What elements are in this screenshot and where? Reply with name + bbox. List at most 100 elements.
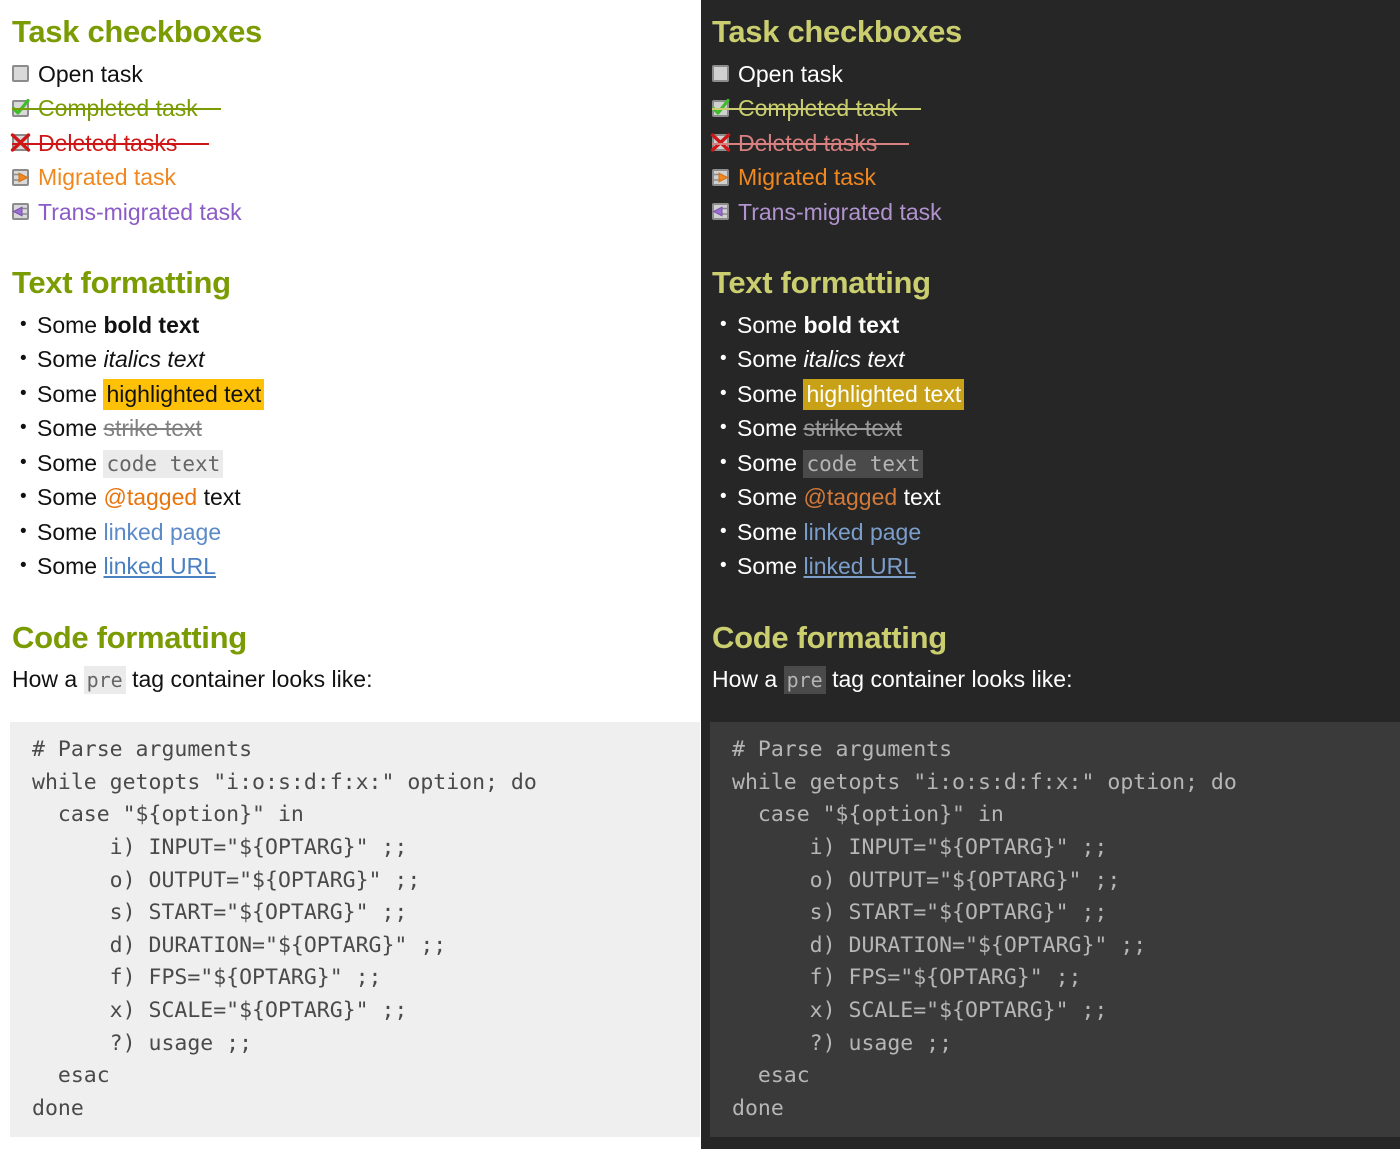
task-item-completed[interactable]: Completed task: [11, 91, 688, 126]
prefix-text: Some: [737, 518, 804, 545]
task-item-open[interactable]: Open task: [712, 57, 1388, 92]
task-label: Migrated task: [738, 164, 877, 191]
list-item-italic: Some italics text: [720, 342, 1388, 377]
page-title-text-formatting: Text formatting: [712, 265, 931, 301]
bold-text: bold text: [103, 311, 200, 338]
checkbox-empty-icon[interactable]: [712, 65, 729, 83]
prefix-text: Some: [737, 449, 804, 476]
task-item-trans-migrated[interactable]: Trans-migrated task: [12, 195, 688, 230]
list-item-tag: Some @tagged text: [720, 480, 1388, 515]
prefix-text: Some: [37, 346, 104, 373]
task-label: Deleted tasks: [38, 129, 178, 156]
prefix-text: Some: [737, 346, 804, 373]
suffix-text: text: [197, 484, 241, 511]
prefix-text: Some: [37, 380, 104, 407]
task-item-migrated[interactable]: Migrated task: [12, 160, 688, 195]
lede-after: tag container looks like:: [125, 666, 373, 693]
checkbox-empty-icon[interactable]: [12, 65, 29, 83]
task-label: Open task: [738, 60, 843, 87]
tag-link[interactable]: @tagged: [803, 484, 897, 510]
checkbox-crossed-icon[interactable]: [710, 133, 731, 153]
page-title-task-checkboxes: Task checkboxes: [712, 14, 962, 49]
url-link[interactable]: linked URL: [103, 553, 216, 579]
task-label: Trans-migrated task: [738, 198, 942, 225]
page-link[interactable]: linked page: [103, 519, 221, 545]
suffix-text: text: [897, 484, 941, 511]
list-item-linked-url: Some linked URL: [720, 549, 1388, 584]
code-lede: How a pre tag container looks like:: [12, 662, 688, 697]
italic-text: italics text: [103, 346, 205, 373]
panel-divider: [700, 0, 701, 1149]
checkbox-crossed-icon[interactable]: [10, 133, 31, 153]
list-item-strike: Some strike text: [20, 411, 688, 446]
prefix-text: Some: [37, 518, 104, 545]
prefix-text: Some: [737, 553, 804, 580]
page-title-task-checkboxes: Task checkboxes: [12, 14, 262, 49]
checkbox-arrow-right-icon[interactable]: [12, 168, 29, 186]
prefix-text: Some: [37, 311, 104, 338]
task-label: Migrated task: [38, 164, 177, 191]
checkbox-arrow-left-icon[interactable]: [712, 203, 729, 221]
inline-pre-tag: pre: [83, 666, 126, 695]
page-link[interactable]: linked page: [803, 519, 921, 545]
list-item-code: Some code text: [20, 446, 688, 481]
tag-link[interactable]: @tagged: [103, 484, 197, 510]
code-lede: How a pre tag container looks like:: [712, 662, 1388, 697]
list-item-strike: Some strike text: [720, 411, 1388, 446]
lede-after: tag container looks like:: [825, 666, 1073, 693]
task-item-completed[interactable]: Completed task: [711, 91, 1388, 126]
task-label: Deleted tasks: [738, 129, 878, 156]
task-checkbox-list: Open task Completed task Deleted tasks M…: [710, 57, 1388, 230]
text-formatting-list: Some bold text Some italics text Some hi…: [12, 308, 688, 584]
task-item-deleted[interactable]: Deleted tasks: [10, 126, 688, 161]
prefix-text: Some: [37, 484, 104, 511]
list-item-tag: Some @tagged text: [20, 480, 688, 515]
page-title-code-formatting: Code formatting: [12, 619, 247, 655]
prefix-text: Some: [737, 311, 804, 338]
inline-code-text: code text: [803, 449, 924, 478]
light-theme-panel: Task checkboxes Open task Completed task…: [0, 0, 700, 1149]
prefix-text: Some: [37, 449, 104, 476]
list-item-highlight: Some highlighted text: [20, 377, 688, 412]
inline-pre-tag: pre: [783, 666, 826, 695]
task-item-migrated[interactable]: Migrated task: [712, 160, 1388, 195]
prefix-text: Some: [37, 415, 104, 442]
checkbox-checked-icon[interactable]: [711, 98, 730, 117]
task-label: Open task: [38, 60, 143, 87]
task-label: Trans-migrated task: [38, 198, 242, 225]
theme-comparison-stage: Task checkboxes Open task Completed task…: [0, 0, 1400, 1149]
italic-text: italics text: [803, 346, 905, 373]
task-item-trans-migrated[interactable]: Trans-migrated task: [712, 195, 1388, 230]
list-item-linked-url: Some linked URL: [20, 549, 688, 584]
prefix-text: Some: [737, 415, 804, 442]
code-block: # Parse arguments while getopts "i:o:s:d…: [10, 722, 700, 1138]
url-link[interactable]: linked URL: [803, 553, 916, 579]
list-item-bold: Some bold text: [720, 308, 1388, 343]
highlighted-text: highlighted text: [803, 378, 965, 410]
list-item-linked-page: Some linked page: [720, 515, 1388, 550]
list-item-linked-page: Some linked page: [20, 515, 688, 550]
task-label: Completed task: [38, 95, 198, 122]
checkbox-arrow-right-icon[interactable]: [712, 168, 729, 186]
lede-before: How a: [712, 666, 784, 693]
checkbox-checked-icon[interactable]: [11, 98, 30, 117]
strikethrough-text: strike text: [103, 415, 202, 442]
list-item-code: Some code text: [720, 446, 1388, 481]
task-item-deleted[interactable]: Deleted tasks: [710, 126, 1388, 161]
lede-before: How a: [12, 666, 84, 693]
checkbox-arrow-left-icon[interactable]: [12, 203, 29, 221]
highlighted-text: highlighted text: [103, 378, 265, 410]
list-item-highlight: Some highlighted text: [720, 377, 1388, 412]
list-item-italic: Some italics text: [20, 342, 688, 377]
code-block: # Parse arguments while getopts "i:o:s:d…: [710, 722, 1400, 1138]
bold-text: bold text: [803, 311, 900, 338]
strikethrough-text: strike text: [803, 415, 902, 442]
task-item-open[interactable]: Open task: [12, 57, 688, 92]
prefix-text: Some: [737, 484, 804, 511]
page-title-code-formatting: Code formatting: [712, 619, 947, 655]
task-checkbox-list: Open task Completed task Deleted tasks M…: [10, 57, 688, 230]
dark-theme-panel: Task checkboxes Open task Completed task…: [700, 0, 1400, 1149]
prefix-text: Some: [737, 380, 804, 407]
inline-code-text: code text: [103, 449, 224, 478]
task-label: Completed task: [738, 95, 898, 122]
